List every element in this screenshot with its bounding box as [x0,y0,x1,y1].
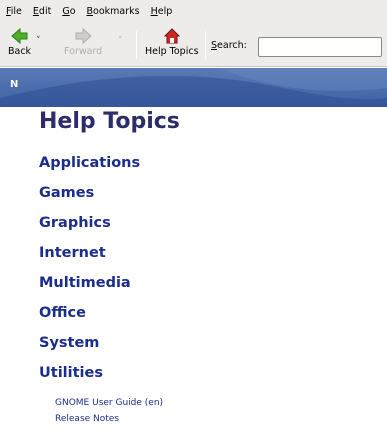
forward-label: Forward [64,46,103,57]
toolbar-separator [205,31,206,59]
menu-help[interactable]: Help [151,6,173,17]
menu-go-rest: o [69,6,76,17]
menu-edit[interactable]: Edit [33,6,51,17]
menu-help-accel: H [150,6,158,17]
search-label: Search: [211,40,247,51]
category-games[interactable]: Games [39,185,94,201]
menu-file-rest: ile [10,6,22,17]
search-input[interactable] [258,37,382,57]
menu-help-rest: elp [157,6,173,17]
back-label: Back [8,46,32,57]
category-utilities[interactable]: Utilities [39,365,103,381]
menu-bookmarks[interactable]: Bookmarks [87,6,140,17]
page-title: Help Topics [39,109,180,134]
back-history-dropdown[interactable]: ˅ [36,36,41,46]
menu-bookmarks-rest: ookmarks [93,6,140,17]
help-topics-label: Help Topics [145,46,199,57]
forward-arrow-icon [75,28,92,44]
back-button[interactable]: Back [8,28,31,57]
help-content: Help Topics Applications Games Graphics … [0,107,387,428]
category-multimedia[interactable]: Multimedia [39,275,131,291]
category-graphics[interactable]: Graphics [39,215,111,231]
toolbar: Back ˅ Forward ˅ Help Topics Search: [0,23,387,67]
header-banner: N [0,68,387,107]
home-icon [163,28,180,44]
category-applications[interactable]: Applications [39,155,140,171]
banner-letter: N [10,79,19,90]
menu-file[interactable]: File [6,6,22,17]
forward-button[interactable]: Forward [64,28,102,57]
menu-go-accel: G [62,6,70,17]
forward-history-dropdown[interactable]: ˅ [118,36,123,46]
link-gnome-user-guide[interactable]: GNOME User Guide (en) [55,398,163,408]
help-topics-button[interactable]: Help Topics [145,28,199,57]
category-system[interactable]: System [39,335,99,351]
category-internet[interactable]: Internet [39,245,106,261]
menu-go[interactable]: Go [62,6,75,17]
toolbar-separator [136,31,137,59]
banner-swoosh-graphic [0,68,387,107]
link-release-notes[interactable]: Release Notes [55,414,119,424]
search-label-rest: earch: [217,40,247,51]
category-office[interactable]: Office [39,305,86,321]
menu-bar: File Edit Go Bookmarks Help [0,0,387,23]
menu-edit-rest: dit [38,6,52,17]
back-arrow-icon [10,28,28,44]
